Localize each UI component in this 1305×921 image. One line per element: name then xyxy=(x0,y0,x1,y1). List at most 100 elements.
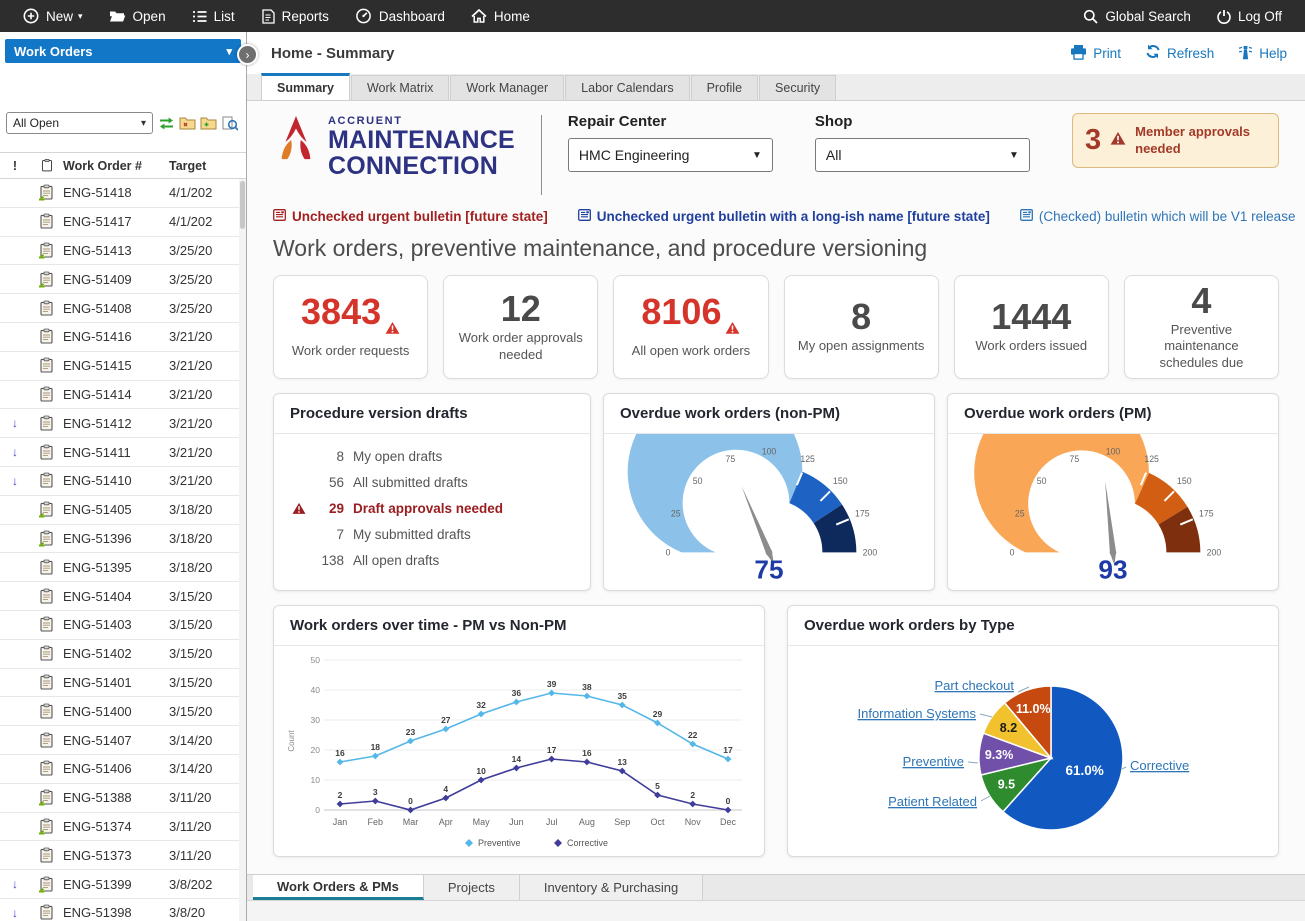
work-order-row[interactable]: ENG-514063/14/20 xyxy=(0,755,246,784)
legend-label[interactable]: Corrective xyxy=(567,838,608,848)
module-selector[interactable]: Work Orders ▾ xyxy=(5,39,241,63)
work-order-number[interactable]: ENG-51415 xyxy=(63,358,169,373)
work-order-number[interactable]: ENG-51401 xyxy=(63,675,169,690)
bottom-tab-projects[interactable]: Projects xyxy=(424,875,520,900)
work-order-row[interactable]: ↓ENG-514103/21/20 xyxy=(0,467,246,496)
refresh-button[interactable]: Refresh xyxy=(1145,44,1214,63)
work-order-row[interactable]: ENG-514023/15/20 xyxy=(0,640,246,669)
folder-add-icon[interactable] xyxy=(198,113,219,133)
help-button[interactable]: Help xyxy=(1238,44,1287,63)
work-order-row[interactable]: ↓ENG-513983/8/20 xyxy=(0,899,246,921)
stat-card[interactable]: 4Preventive maintenance schedules due xyxy=(1124,275,1279,379)
work-order-row[interactable]: ENG-514184/1/202 xyxy=(0,179,246,208)
tab-work-matrix[interactable]: Work Matrix xyxy=(351,75,449,100)
work-order-number[interactable]: ENG-51388 xyxy=(63,790,169,805)
print-button[interactable]: Print xyxy=(1070,44,1121,63)
target-column-header[interactable]: Target xyxy=(169,159,246,173)
legend-label[interactable]: Preventive xyxy=(478,838,521,848)
tab-summary[interactable]: Summary xyxy=(261,73,350,100)
work-order-row[interactable]: ENG-514053/18/20 xyxy=(0,496,246,525)
work-order-number[interactable]: ENG-51404 xyxy=(63,589,169,604)
work-order-number[interactable]: ENG-51416 xyxy=(63,329,169,344)
work-order-row[interactable]: ENG-514163/21/20 xyxy=(0,323,246,352)
nav-item-dashboard[interactable]: Dashboard xyxy=(342,0,458,32)
work-order-row[interactable]: ENG-514093/25/20 xyxy=(0,265,246,294)
work-order-row[interactable]: ENG-514083/25/20 xyxy=(0,294,246,323)
scrollbar-thumb[interactable] xyxy=(240,181,245,229)
stat-card[interactable]: 12Work order approvals needed xyxy=(443,275,598,379)
work-order-row[interactable]: ENG-513883/11/20 xyxy=(0,784,246,813)
work-order-number[interactable]: ENG-51409 xyxy=(63,272,169,287)
work-order-row[interactable]: ENG-513733/11/20 xyxy=(0,841,246,870)
work-order-row[interactable]: ↓ENG-513993/8/202 xyxy=(0,870,246,899)
bulletin-link[interactable]: Unchecked urgent bulletin with a long-is… xyxy=(578,209,990,224)
work-order-column-header[interactable]: Work Order # xyxy=(63,159,169,173)
stat-card[interactable]: 1444Work orders issued xyxy=(954,275,1109,379)
nav-item-log-off[interactable]: Log Off xyxy=(1204,0,1295,32)
work-order-row[interactable]: ↓ENG-514113/21/20 xyxy=(0,438,246,467)
draft-stat-row[interactable]: 7My submitted drafts xyxy=(286,521,578,547)
stat-card[interactable]: 8106All open work orders xyxy=(613,275,768,379)
work-order-row[interactable]: ENG-514043/15/20 xyxy=(0,582,246,611)
work-order-number[interactable]: ENG-51414 xyxy=(63,387,169,402)
nav-item-reports[interactable]: Reports xyxy=(248,0,342,32)
work-order-number[interactable]: ENG-51398 xyxy=(63,905,169,920)
bottom-tab-inventory-purchasing[interactable]: Inventory & Purchasing xyxy=(520,875,703,900)
shop-select[interactable]: All ▼ xyxy=(815,138,1030,172)
work-order-number[interactable]: ENG-51402 xyxy=(63,646,169,661)
draft-stat-row[interactable]: 8My open drafts xyxy=(286,443,578,469)
work-order-row[interactable]: ENG-514033/15/20 xyxy=(0,611,246,640)
collapse-panel-button[interactable]: › xyxy=(237,44,258,65)
work-order-number[interactable]: ENG-51400 xyxy=(63,704,169,719)
nav-item-open[interactable]: Open xyxy=(96,0,179,32)
stat-card[interactable]: 8My open assignments xyxy=(784,275,939,379)
pie-label-link[interactable]: Corrective xyxy=(1130,758,1189,773)
tab-profile[interactable]: Profile xyxy=(691,75,758,100)
work-order-row[interactable]: ↓ENG-514123/21/20 xyxy=(0,409,246,438)
list-filter-select[interactable]: All Open ▾ xyxy=(6,112,153,134)
work-order-number[interactable]: ENG-51403 xyxy=(63,617,169,632)
work-order-row[interactable]: ENG-514003/15/20 xyxy=(0,697,246,726)
draft-stat-row[interactable]: 29Draft approvals needed xyxy=(286,495,578,521)
work-order-row[interactable]: ENG-514174/1/202 xyxy=(0,208,246,237)
bottom-tab-work-orders-pms[interactable]: Work Orders & PMs xyxy=(253,875,424,900)
bulletin-link[interactable]: Unchecked urgent bulletin [future state] xyxy=(273,209,548,224)
work-order-row[interactable]: ENG-514153/21/20 xyxy=(0,352,246,381)
work-order-number[interactable]: ENG-51395 xyxy=(63,560,169,575)
pie-label-link[interactable]: Part checkout xyxy=(935,678,1015,693)
work-order-row[interactable]: ENG-514073/14/20 xyxy=(0,726,246,755)
pie-label-link[interactable]: Preventive xyxy=(903,754,964,769)
work-order-number[interactable]: ENG-51418 xyxy=(63,185,169,200)
tab-labor-calendars[interactable]: Labor Calendars xyxy=(565,75,689,100)
work-order-number[interactable]: ENG-51406 xyxy=(63,761,169,776)
repair-center-select[interactable]: HMC Engineering ▼ xyxy=(568,138,773,172)
work-order-number[interactable]: ENG-51410 xyxy=(63,473,169,488)
pie-label-link[interactable]: Patient Related xyxy=(888,794,977,809)
work-order-number[interactable]: ENG-51413 xyxy=(63,243,169,258)
folder-clear-icon[interactable] xyxy=(177,113,198,133)
work-order-number[interactable]: ENG-51411 xyxy=(63,445,169,460)
refresh-list-icon[interactable] xyxy=(156,113,177,133)
work-order-list-header[interactable]: ! Work Order # Target xyxy=(0,152,246,179)
work-order-number[interactable]: ENG-51374 xyxy=(63,819,169,834)
work-order-number[interactable]: ENG-51396 xyxy=(63,531,169,546)
work-order-number[interactable]: ENG-51417 xyxy=(63,214,169,229)
tab-security[interactable]: Security xyxy=(759,75,836,100)
draft-stat-row[interactable]: 56All submitted drafts xyxy=(286,469,578,495)
stat-card[interactable]: 3843Work order requests xyxy=(273,275,428,379)
work-order-row[interactable]: ENG-513963/18/20 xyxy=(0,525,246,554)
work-order-number[interactable]: ENG-51399 xyxy=(63,877,169,892)
nav-item-list[interactable]: List xyxy=(179,0,248,32)
nav-item-home[interactable]: Home xyxy=(458,0,543,32)
work-order-number[interactable]: ENG-51412 xyxy=(63,416,169,431)
work-order-number[interactable]: ENG-51373 xyxy=(63,848,169,863)
work-order-row[interactable]: ENG-514013/15/20 xyxy=(0,669,246,698)
priority-column-header[interactable]: ! xyxy=(0,159,30,173)
scrollbar[interactable] xyxy=(239,179,246,921)
tab-work-manager[interactable]: Work Manager xyxy=(450,75,564,100)
pie-label-link[interactable]: Information Systems xyxy=(858,706,977,721)
nav-item-global-search[interactable]: Global Search xyxy=(1070,0,1204,32)
work-order-row[interactable]: ENG-514143/21/20 xyxy=(0,381,246,410)
work-order-number[interactable]: ENG-51405 xyxy=(63,502,169,517)
draft-stat-row[interactable]: 138All open drafts xyxy=(286,547,578,573)
